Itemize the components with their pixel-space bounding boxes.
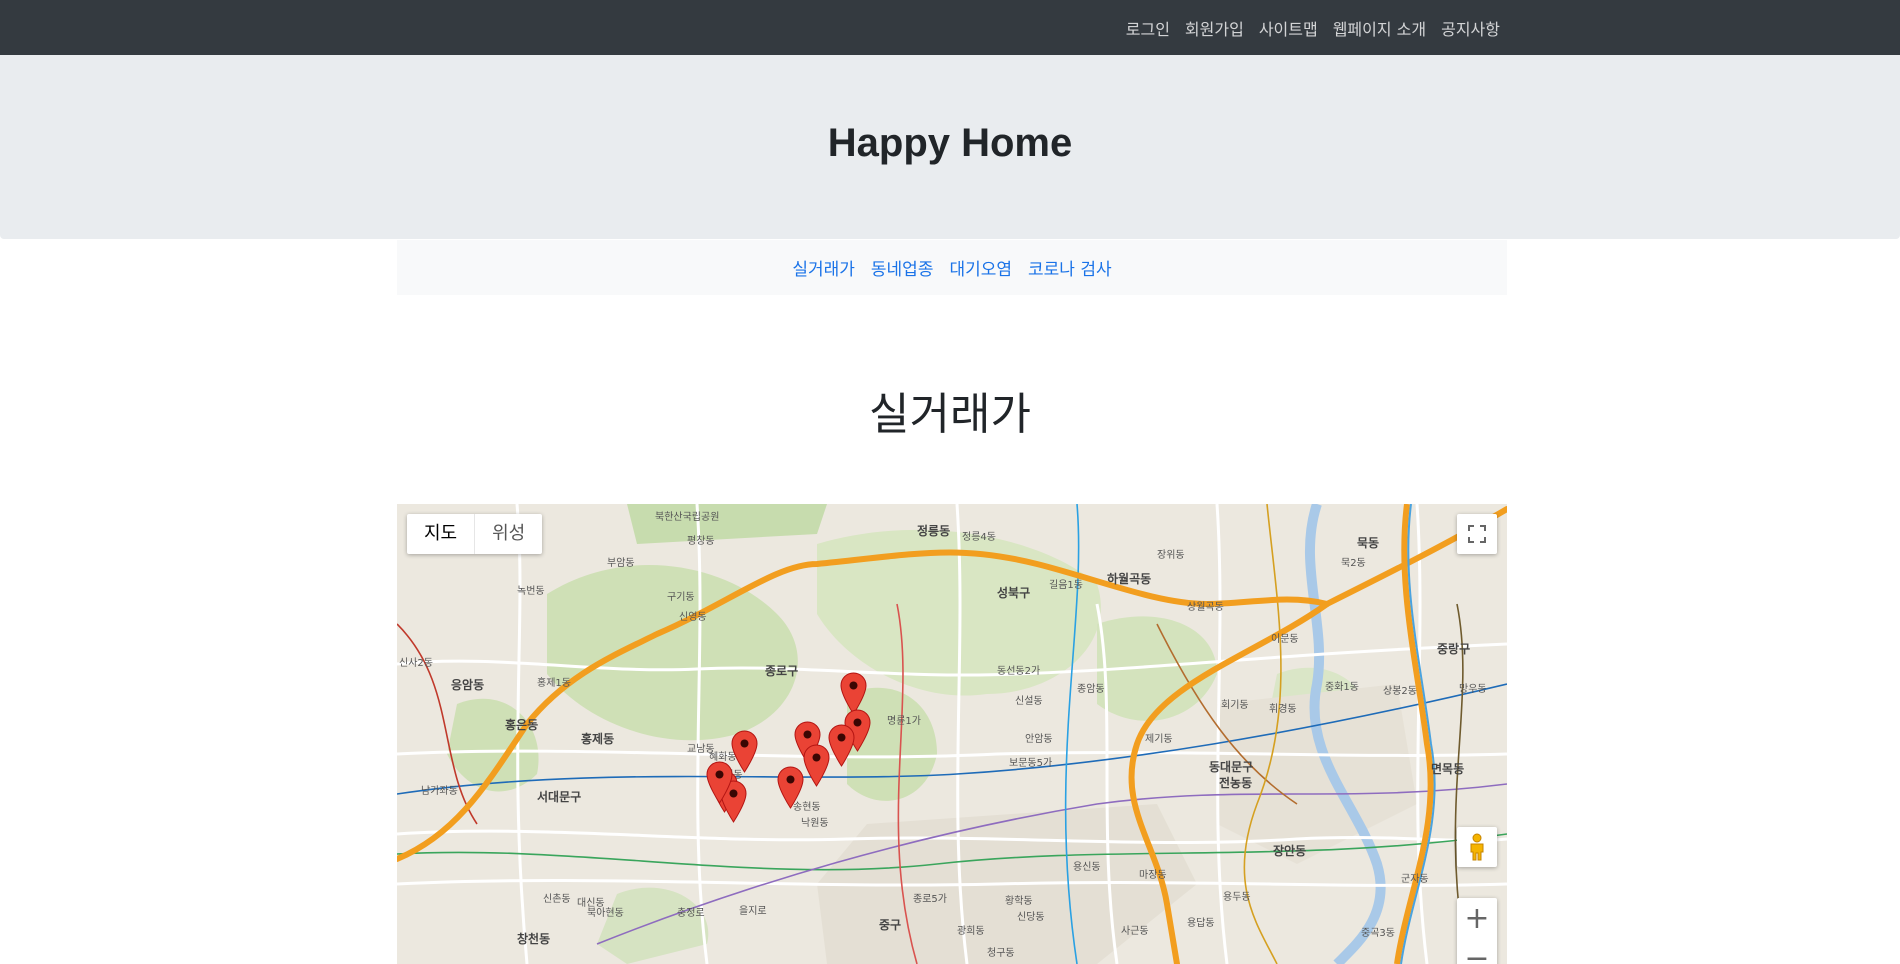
property-marker[interactable] [706, 761, 733, 804]
map-label: 홍은동 [505, 718, 539, 732]
map-label: 명륜1가 [887, 716, 921, 727]
subnav-business[interactable]: 동네업종 [871, 255, 934, 280]
map-label: 장안동 [1273, 844, 1307, 858]
map-label: 홍제1동 [537, 678, 571, 689]
map-label: 휘경동 [1269, 704, 1297, 715]
map-label: 용신동 [1073, 862, 1101, 873]
map-type-satellite-button[interactable]: 위성 [474, 514, 542, 554]
zoom-control: + − [1457, 898, 1497, 964]
map-label: 신당동 [1017, 912, 1045, 923]
zoom-out-button[interactable]: − [1457, 938, 1497, 964]
signup-link[interactable]: 회원가입 [1185, 16, 1244, 40]
map-label: 동선동2가 [997, 666, 1041, 677]
map-label: 회기동 [1221, 700, 1249, 711]
map-label: 황학동 [1005, 896, 1033, 907]
map-label: 용답동 [1187, 918, 1215, 929]
map-label: 을지로 [739, 906, 767, 917]
map-label: 종암동 [1077, 684, 1105, 695]
map-label: 구기동 [667, 592, 695, 603]
map-label: 묵동 [1357, 536, 1380, 550]
map-label: 평창동 [687, 536, 715, 547]
map-label: 마장동 [1139, 870, 1167, 881]
notice-link[interactable]: 공지사항 [1441, 16, 1500, 40]
map-label: 이문동 [1271, 634, 1299, 645]
pegman-icon [1470, 833, 1484, 861]
map-view[interactable]: 북한산국립공원 정릉동 정릉4동 성북구 하월곡동 종로구 응암동 홍은동 홍제… [397, 504, 1507, 964]
map-label: 상월곡동 [1187, 602, 1224, 613]
map-label: 제기동 [1145, 734, 1173, 745]
map-label: 홍제동 [581, 732, 615, 746]
map-label: 망우동 [1459, 684, 1487, 695]
map-label: 안암동 [1025, 734, 1053, 745]
map-label: 부암동 [607, 558, 635, 569]
map-label: 종로구 [765, 664, 799, 678]
map-type-control: 지도 위성 [407, 514, 543, 554]
map-label: 보문동5가 [1009, 758, 1053, 769]
map-type-map-button[interactable]: 지도 [407, 514, 474, 554]
map-label: 중랑구 [1437, 642, 1471, 656]
map-label: 신촌동 [543, 894, 571, 905]
page-title: 실거래가 [869, 389, 1031, 440]
zoom-in-button[interactable]: + [1457, 898, 1497, 938]
map-label: 면목동 [1431, 762, 1465, 776]
map-label: 중화1동 [1325, 682, 1359, 693]
map-label: 응암동 [451, 678, 485, 692]
map-label: 신영동 [679, 612, 707, 623]
subnav-real-price[interactable]: 실거래가 [792, 255, 855, 280]
sitemap-link[interactable]: 사이트맵 [1259, 16, 1318, 40]
map-label: 묵2동 [1341, 558, 1366, 569]
map-label: 종로5가 [913, 894, 947, 905]
map-label: 성북구 [997, 586, 1031, 600]
map-label: 길음1동 [1049, 580, 1083, 591]
about-link[interactable]: 웹페이지 소개 [1333, 16, 1426, 40]
fullscreen-icon [1468, 525, 1486, 543]
sub-navigation: 실거래가 동네업종 대기오염 코로나 검사 [397, 240, 1507, 295]
map-label: 북한산국립공원 [655, 512, 720, 523]
map-label: 대신동 [577, 898, 605, 909]
map-label: 교남동 [687, 744, 715, 755]
map-label: 중구 [879, 918, 902, 932]
property-marker[interactable] [777, 766, 804, 809]
map-label: 정릉동 [917, 524, 951, 538]
map-label: 하월곡동 [1107, 572, 1152, 586]
map-label: 전농동 [1219, 776, 1253, 790]
map-label: 녹번동 [517, 586, 545, 597]
map-label: 낙원동 [801, 818, 829, 829]
map-label: 신설동 [1015, 696, 1043, 707]
map-label: 남가좌동 [421, 786, 458, 797]
fullscreen-button[interactable] [1457, 514, 1497, 554]
map-label: 동대문구 [1209, 760, 1254, 774]
map-label: 청구동 [987, 948, 1015, 959]
map-label: 장위동 [1157, 550, 1185, 561]
map-label: 상봉2동 [1383, 686, 1417, 697]
street-view-pegman[interactable] [1457, 827, 1497, 867]
property-marker[interactable] [828, 724, 855, 767]
property-marker[interactable] [731, 730, 758, 773]
login-link[interactable]: 로그인 [1126, 16, 1170, 40]
map-label: 광희동 [957, 926, 985, 937]
header-jumbotron: Happy Home [0, 55, 1900, 239]
map-label: 정릉4동 [962, 532, 996, 543]
map-label: 중곡3동 [1361, 928, 1395, 939]
subnav-air-pollution[interactable]: 대기오염 [949, 255, 1012, 280]
top-menu: 로그인 회원가입 사이트맵 웹페이지 소개 공지사항 [1126, 0, 1500, 55]
map-label: 창천동 [517, 932, 551, 946]
top-navbar: 로그인 회원가입 사이트맵 웹페이지 소개 공지사항 [0, 0, 1900, 55]
site-title: Happy Home [827, 121, 1073, 165]
map-label: 충정로 [677, 908, 705, 919]
map-label: 서대문구 [537, 790, 582, 804]
property-marker[interactable] [803, 744, 830, 787]
map-label: 용두동 [1223, 892, 1251, 903]
map-label: 사근동 [1121, 926, 1149, 937]
subnav-covid-test[interactable]: 코로나 검사 [1028, 255, 1112, 280]
map-label: 신사2동 [399, 658, 433, 669]
map-label: 군자동 [1401, 874, 1429, 885]
